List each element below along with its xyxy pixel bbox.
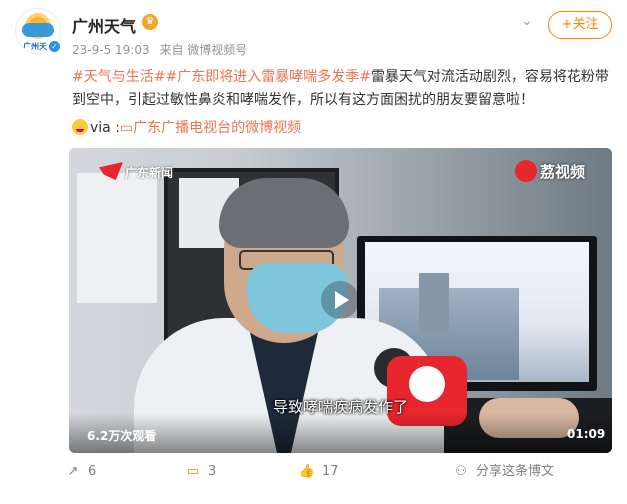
username[interactable]: 广州天气 [72,13,136,37]
video-player[interactable]: 广东新闻 荔视频 导致哮喘疾病发作了 6.2万次观看 01:09 [69,148,612,453]
video-subtitle: 导致哮喘疾病发作了 [272,398,408,416]
view-count: 6.2万次观看 [87,429,157,443]
forward-icon: ↗ [67,464,79,479]
comment-icon: ▭ [186,464,200,479]
lizhi-logo-text: 荔视频 [540,163,586,181]
lizhi-logo: 荔视频 [515,160,585,186]
forward-button[interactable]: ↗ 6 [64,462,97,482]
like-button[interactable]: 👍 17 [298,462,339,482]
forward-count: 6 [88,464,97,479]
hashtag-weather-life[interactable]: #天气与生活# [72,69,165,85]
via-line: via :▭广东广播电视台的微博视频 [72,117,301,139]
chevron-down-icon[interactable]: ⌄ [521,13,539,31]
comment-button[interactable]: ▭ 3 [184,462,216,482]
share-label: 分享这条博文 [476,464,555,479]
verified-check-icon: ✓ [47,39,62,54]
lizhi-logo-icon [515,160,537,182]
post-timestamp[interactable]: 23-9-5 19:03 [72,43,150,57]
gdtv-logo-icon [99,162,123,180]
comment-count: 3 [208,464,217,479]
hashtag-thunderstorm-asthma[interactable]: #广东即将进入雷暴哮喘多发季# [165,69,370,85]
post-meta: 23-9-5 19:03 来自 微博视频号 [72,41,253,58]
source-video-link[interactable]: 广东广播电视台的微博视频 [133,120,301,136]
play-icon[interactable] [321,281,359,319]
post-source: 来自 微博视频号 [159,43,248,57]
video-duration: 01:09 [567,427,606,441]
weibo-post-card: 广州天气 ✓ 广州天气 ♛ 23-9-5 19:03 来自 微博视频号 ⌄ +关… [0,0,627,504]
thumbs-up-icon: 👍 [298,464,316,479]
channel-logo-text: 广东新闻 [125,166,174,180]
video-link-icon[interactable]: ▭ [120,120,133,136]
share-button[interactable]: ⚇ 分享这条博文 [452,462,554,482]
emoji-icon [72,119,88,135]
share-icon: ⚇ [455,464,467,479]
follow-button[interactable]: +关注 [548,11,612,39]
like-count: 17 [322,464,339,479]
via-label: via : [90,120,120,136]
channel-logo: 广东新闻 [99,162,173,184]
action-bar: ↗ 6 ▭ 3 👍 17 ⚇ 分享这条博文 [0,458,627,486]
post-text: #天气与生活##广东即将进入雷暴哮喘多发季#雷暴天气对流活动剧烈，容易将花粉带到… [72,66,612,112]
cloud-icon [22,23,54,37]
wall-notice [77,173,157,303]
vip-crown-icon[interactable]: ♛ [142,14,158,30]
